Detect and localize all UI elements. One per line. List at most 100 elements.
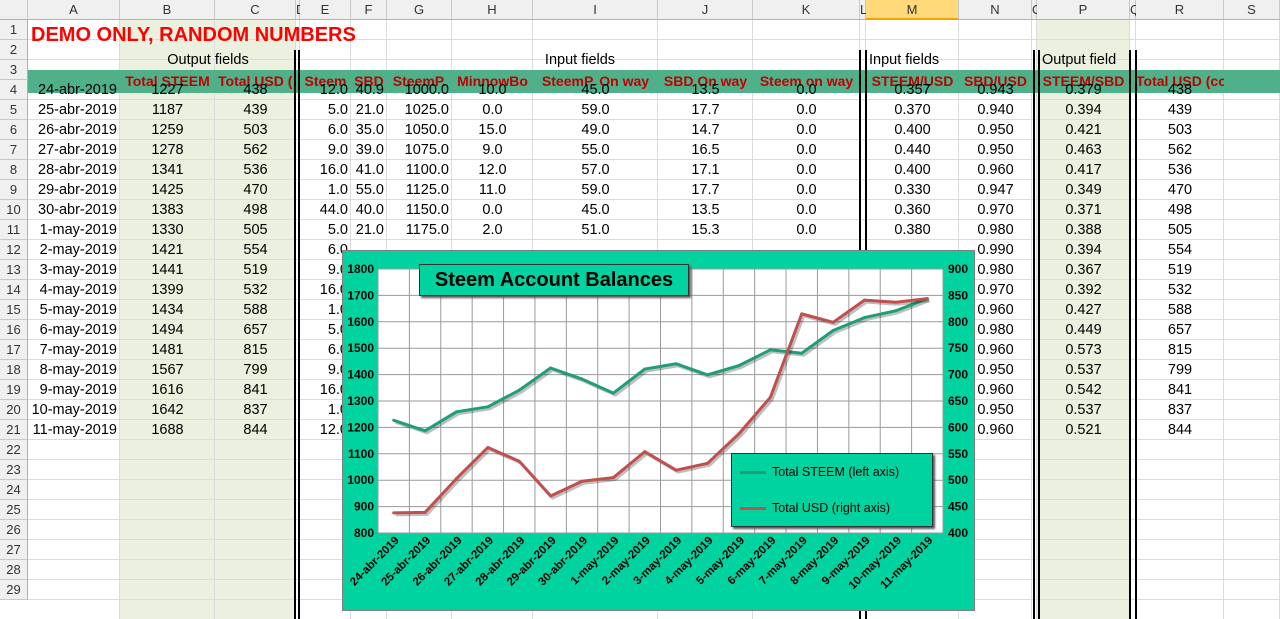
cell-a7[interactable]: 27-abr-2019: [28, 140, 120, 160]
cell-e9[interactable]: 1.0: [300, 180, 351, 200]
cell-i5[interactable]: 59.0: [533, 100, 658, 120]
cell-r21[interactable]: 844: [1136, 420, 1224, 440]
cell-k10[interactable]: 0.0: [753, 200, 860, 220]
cell-j7[interactable]: 16.5: [658, 140, 753, 160]
row-header-24[interactable]: 24: [0, 480, 28, 500]
cell-c19[interactable]: 841: [215, 380, 296, 400]
cell-b13[interactable]: 1441: [120, 260, 215, 280]
cell-p18[interactable]: 0.537: [1037, 360, 1130, 380]
row-header-10[interactable]: 10: [0, 200, 28, 220]
row-header-16[interactable]: 16: [0, 320, 28, 340]
cell-a10[interactable]: 30-abr-2019: [28, 200, 120, 220]
column-header-r[interactable]: R: [1136, 0, 1224, 20]
cell-h11[interactable]: 2.0: [452, 220, 533, 240]
cell-g4[interactable]: 1000.0: [387, 80, 452, 100]
cell-n10[interactable]: 0.970: [959, 200, 1032, 220]
cell-f4[interactable]: 40.9: [351, 80, 387, 100]
cell-e6[interactable]: 6.0: [300, 120, 351, 140]
cell-c11[interactable]: 505: [215, 220, 296, 240]
column-header-f[interactable]: F: [351, 0, 387, 20]
cell-a19[interactable]: 9-may-2019: [28, 380, 120, 400]
cell-a13[interactable]: 3-may-2019: [28, 260, 120, 280]
select-all-corner[interactable]: [0, 0, 28, 20]
column-header-h[interactable]: H: [452, 0, 533, 20]
cell-m5[interactable]: 0.370: [866, 100, 959, 120]
cell-b9[interactable]: 1425: [120, 180, 215, 200]
cell-g9[interactable]: 1125.0: [387, 180, 452, 200]
cell-j5[interactable]: 17.7: [658, 100, 753, 120]
cell-p16[interactable]: 0.449: [1037, 320, 1130, 340]
column-header-a[interactable]: A: [28, 0, 120, 20]
row-header-28[interactable]: 28: [0, 560, 28, 580]
cell-g10[interactable]: 1150.0: [387, 200, 452, 220]
cell-b21[interactable]: 1688: [120, 420, 215, 440]
cell-c13[interactable]: 519: [215, 260, 296, 280]
cell-a4[interactable]: 24-abr-2019: [28, 80, 120, 100]
cell-b18[interactable]: 1567: [120, 360, 215, 380]
cell-c6[interactable]: 503: [215, 120, 296, 140]
row-header-13[interactable]: 13: [0, 260, 28, 280]
cell-h9[interactable]: 11.0: [452, 180, 533, 200]
row-header-7[interactable]: 7: [0, 140, 28, 160]
cell-n11[interactable]: 0.980: [959, 220, 1032, 240]
cell-b11[interactable]: 1330: [120, 220, 215, 240]
cell-e7[interactable]: 9.0: [300, 140, 351, 160]
cell-h4[interactable]: 10.0: [452, 80, 533, 100]
cell-f10[interactable]: 40.0: [351, 200, 387, 220]
cell-g5[interactable]: 1025.0: [387, 100, 452, 120]
cell-m7[interactable]: 0.440: [866, 140, 959, 160]
cell-p10[interactable]: 0.371: [1037, 200, 1130, 220]
column-header-k[interactable]: K: [753, 0, 860, 20]
cell-e11[interactable]: 5.0: [300, 220, 351, 240]
cell-f8[interactable]: 41.0: [351, 160, 387, 180]
row-header-27[interactable]: 27: [0, 540, 28, 560]
chart-area[interactable]: 800 900 1000 1100 1200 1300 1400 1500 1600 1700 18…: [342, 250, 975, 611]
cell-p7[interactable]: 0.463: [1037, 140, 1130, 160]
column-header-i[interactable]: I: [533, 0, 658, 20]
cell-c14[interactable]: 532: [215, 280, 296, 300]
cell-m6[interactable]: 0.400: [866, 120, 959, 140]
cell-c17[interactable]: 815: [215, 340, 296, 360]
cell-r20[interactable]: 837: [1136, 400, 1224, 420]
cell-f7[interactable]: 39.0: [351, 140, 387, 160]
cell-i7[interactable]: 55.0: [533, 140, 658, 160]
cell-p5[interactable]: 0.394: [1037, 100, 1130, 120]
row-header-23[interactable]: 23: [0, 460, 28, 480]
row-header-11[interactable]: 11: [0, 220, 28, 240]
cell-c9[interactable]: 470: [215, 180, 296, 200]
cell-r8[interactable]: 536: [1136, 160, 1224, 180]
group-label-output-field[interactable]: Output field: [1042, 50, 1130, 70]
cell-n8[interactable]: 0.960: [959, 160, 1032, 180]
cell-a14[interactable]: 4-may-2019: [28, 280, 120, 300]
cell-p6[interactable]: 0.421: [1037, 120, 1130, 140]
cell-i9[interactable]: 59.0: [533, 180, 658, 200]
row-header-17[interactable]: 17: [0, 340, 28, 360]
cell-b15[interactable]: 1434: [120, 300, 215, 320]
cell-a18[interactable]: 8-may-2019: [28, 360, 120, 380]
column-header-c[interactable]: C: [215, 0, 296, 20]
cell-r13[interactable]: 519: [1136, 260, 1224, 280]
cell-k9[interactable]: 0.0: [753, 180, 860, 200]
cell-g11[interactable]: 1175.0: [387, 220, 452, 240]
cell-f11[interactable]: 21.0: [351, 220, 387, 240]
cell-n9[interactable]: 0.947: [959, 180, 1032, 200]
row-header-4[interactable]: 4: [0, 80, 28, 100]
cell-c12[interactable]: 554: [215, 240, 296, 260]
cell-b20[interactable]: 1642: [120, 400, 215, 420]
row-header-26[interactable]: 26: [0, 520, 28, 540]
cell-a5[interactable]: 25-abr-2019: [28, 100, 120, 120]
row-header-22[interactable]: 22: [0, 440, 28, 460]
cell-i11[interactable]: 51.0: [533, 220, 658, 240]
row-header-9[interactable]: 9: [0, 180, 28, 200]
cell-c16[interactable]: 657: [215, 320, 296, 340]
cell-r12[interactable]: 554: [1136, 240, 1224, 260]
column-header-m[interactable]: M: [866, 0, 959, 20]
cell-k8[interactable]: 0.0: [753, 160, 860, 180]
cell-m4[interactable]: 0.357: [866, 80, 959, 100]
cell-p21[interactable]: 0.521: [1037, 420, 1130, 440]
cell-b12[interactable]: 1421: [120, 240, 215, 260]
cell-c18[interactable]: 799: [215, 360, 296, 380]
cell-h7[interactable]: 9.0: [452, 140, 533, 160]
group-label-input-fields-2[interactable]: Input fields: [869, 50, 1030, 70]
column-header-g[interactable]: G: [387, 0, 452, 20]
